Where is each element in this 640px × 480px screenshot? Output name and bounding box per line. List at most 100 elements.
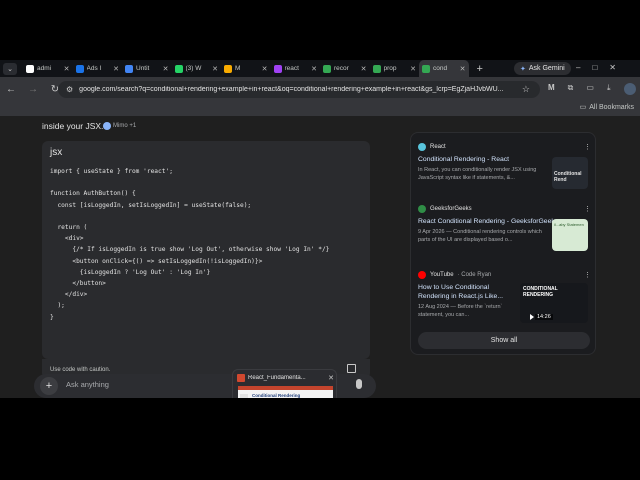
code-line: ); [50,302,65,310]
source-channel: · Code Ryan [457,272,492,278]
code-line: import { useState } from 'react'; [50,168,173,175]
close-tab-icon[interactable]: ✕ [64,65,70,73]
tab-label: Ads I [86,65,102,72]
url-text[interactable]: google.com/search?q=conditional+renderin… [79,86,529,93]
source-chip[interactable]: Mimo +1 [103,122,136,130]
more-options-icon[interactable]: ⋮ [584,271,591,279]
add-attachment-button[interactable]: + [40,377,58,395]
code-line: function AuthButton() { [50,190,136,198]
bookmarks-bar: ▭ All Bookmarks [0,102,640,116]
powerpoint-icon [237,374,245,382]
close-preview-icon[interactable]: ✕ [328,374,334,382]
code-caution-text: Use code with caution. [50,367,111,373]
source-card-react[interactable]: React ⋮ Conditional Rendering - React In… [418,143,593,189]
close-tab-icon[interactable]: ✕ [113,65,119,73]
tab-7[interactable]: prop ✕ [370,60,420,77]
close-window-icon[interactable]: ✕ [609,63,616,72]
tab-favicon-icon [125,64,133,73]
code-line: {isLoggedIn ? 'Log Out' : 'Log In'} [50,268,211,276]
slide-panel [240,394,248,398]
code-line: </div> [50,291,88,299]
maximize-icon[interactable]: □ [592,63,597,72]
new-tab-button[interactable]: + [477,63,497,75]
source-snippet: 9 Apr 2026 — Conditional rendering contr… [418,229,542,243]
code-line: <div> [50,235,84,243]
source-title[interactable]: How to Use Conditional Rendering in Reac… [418,283,514,301]
folder-icon: ▭ [579,104,587,111]
tab-4[interactable]: M ✕ [221,60,271,77]
code-body: import { useState } from 'react'; functio… [50,168,362,346]
copy-code-icon[interactable] [347,364,356,373]
all-bookmarks-button[interactable]: ▭ All Bookmarks [579,103,634,112]
tab-label: admi [37,65,52,72]
tab-5[interactable]: react ✕ [271,60,321,77]
source-card-geeksforgeeks[interactable]: GeeksforGeeks ⋮ React Conditional Render… [418,205,593,251]
more-options-icon[interactable]: ⋮ [584,143,591,151]
tab-label: cond [433,65,448,72]
close-tab-icon[interactable]: ✕ [262,65,268,73]
forward-icon[interactable]: → [22,84,44,95]
source-thumbnail[interactable]: il...aby Statemen [552,219,588,251]
back-icon[interactable]: ← [0,84,22,95]
site-info-icon[interactable]: ⚙ [66,85,73,94]
ask-gemini-label: Ask Gemini [528,65,565,72]
code-line: return ( [50,224,88,231]
tab-3[interactable]: (3) W ✕ [172,60,222,77]
preview-title: React_Fundamenta... [248,375,306,381]
tab-2[interactable]: Untit ✕ [122,60,172,77]
source-chip-label: Mimo +1 [113,123,137,129]
code-language-label: jsx [50,147,63,158]
close-tab-icon[interactable]: ✕ [460,65,466,73]
tab-label: react [284,65,299,72]
tab-search-button[interactable]: ⌄ [3,62,17,75]
gemini-icon: ✦ [520,65,526,73]
tab-favicon-icon [323,64,331,73]
slide-heading: Conditional Rendering [252,393,301,398]
address-bar[interactable]: ⚙ google.com/search?q=conditional+render… [58,81,540,98]
geeksforgeeks-favicon-icon [418,205,426,213]
tab-0[interactable]: admi ✕ [23,60,73,77]
ask-gemini-button[interactable]: ✦ Ask Gemini [514,62,571,75]
microphone-icon[interactable] [356,379,362,389]
source-site: GeeksforGeeks [430,206,472,212]
profile-avatar[interactable] [623,83,636,95]
close-tab-icon[interactable]: ✕ [361,65,367,73]
video-title: CONDITIONAL RENDERING [523,286,558,298]
sources-panel: React ⋮ Conditional Rendering - React In… [410,132,596,355]
source-thumbnail[interactable]: Conditional Rend [552,157,588,189]
tab-8[interactable]: cond ✕ [419,60,469,77]
more-options-icon[interactable]: ⋮ [584,205,591,213]
mimo-icon [103,122,111,130]
tab-favicon-icon [75,64,84,73]
minimize-icon[interactable]: – [576,63,580,72]
video-thumbnail[interactable]: CONDITIONAL RENDERING 14:26 [520,283,588,323]
tab-label: M [235,65,241,72]
preview-thumbnail[interactable]: Conditional Rendering [238,386,333,398]
tab-favicon-icon [26,64,34,73]
all-bookmarks-label: All Bookmarks [589,103,634,111]
code-line: <button onClick={() => setIsLoggedIn(!is… [50,257,263,265]
close-tab-icon[interactable]: ✕ [212,65,218,73]
extensions-puzzle-icon[interactable]: ⧉ [568,83,574,95]
source-snippet: In React, you can conditionally render J… [418,167,537,181]
show-all-button[interactable]: Show all [418,332,590,349]
tab-favicon-icon [372,64,381,73]
close-tab-icon[interactable]: ✕ [163,65,169,73]
source-site: React [430,144,446,150]
source-snippet: 12 Aug 2024 — Before the `return` statem… [418,304,503,318]
tab-1[interactable]: Ads I ✕ [73,60,123,77]
taskbar-window-preview[interactable]: React_Fundamenta... ✕ Conditional Render… [232,369,337,398]
download-icon[interactable]: ⤓ [607,83,611,95]
sidepanel-icon[interactable]: ▭ [586,83,594,95]
tab-label: recor [334,65,349,72]
close-tab-icon[interactable]: ✕ [410,65,416,73]
source-card-youtube[interactable]: YouTube · Code Ryan ⋮ How to Use Conditi… [418,271,593,323]
tab-label: (3) W [185,65,202,72]
tab-6[interactable]: recor ✕ [320,60,370,77]
bookmark-star-icon[interactable]: ☆ [522,84,530,95]
toolbar: ← → ↻ ⚙ google.com/search?q=conditional+… [0,77,640,102]
extension-icon[interactable]: M [548,83,555,95]
tab-favicon-icon [422,64,430,73]
close-tab-icon[interactable]: ✕ [311,65,317,73]
browser-window: ⌄ admi ✕ Ads I ✕ Untit ✕ (3) W ✕ M ✕ react ✕ recor ✕ p… [0,60,640,398]
